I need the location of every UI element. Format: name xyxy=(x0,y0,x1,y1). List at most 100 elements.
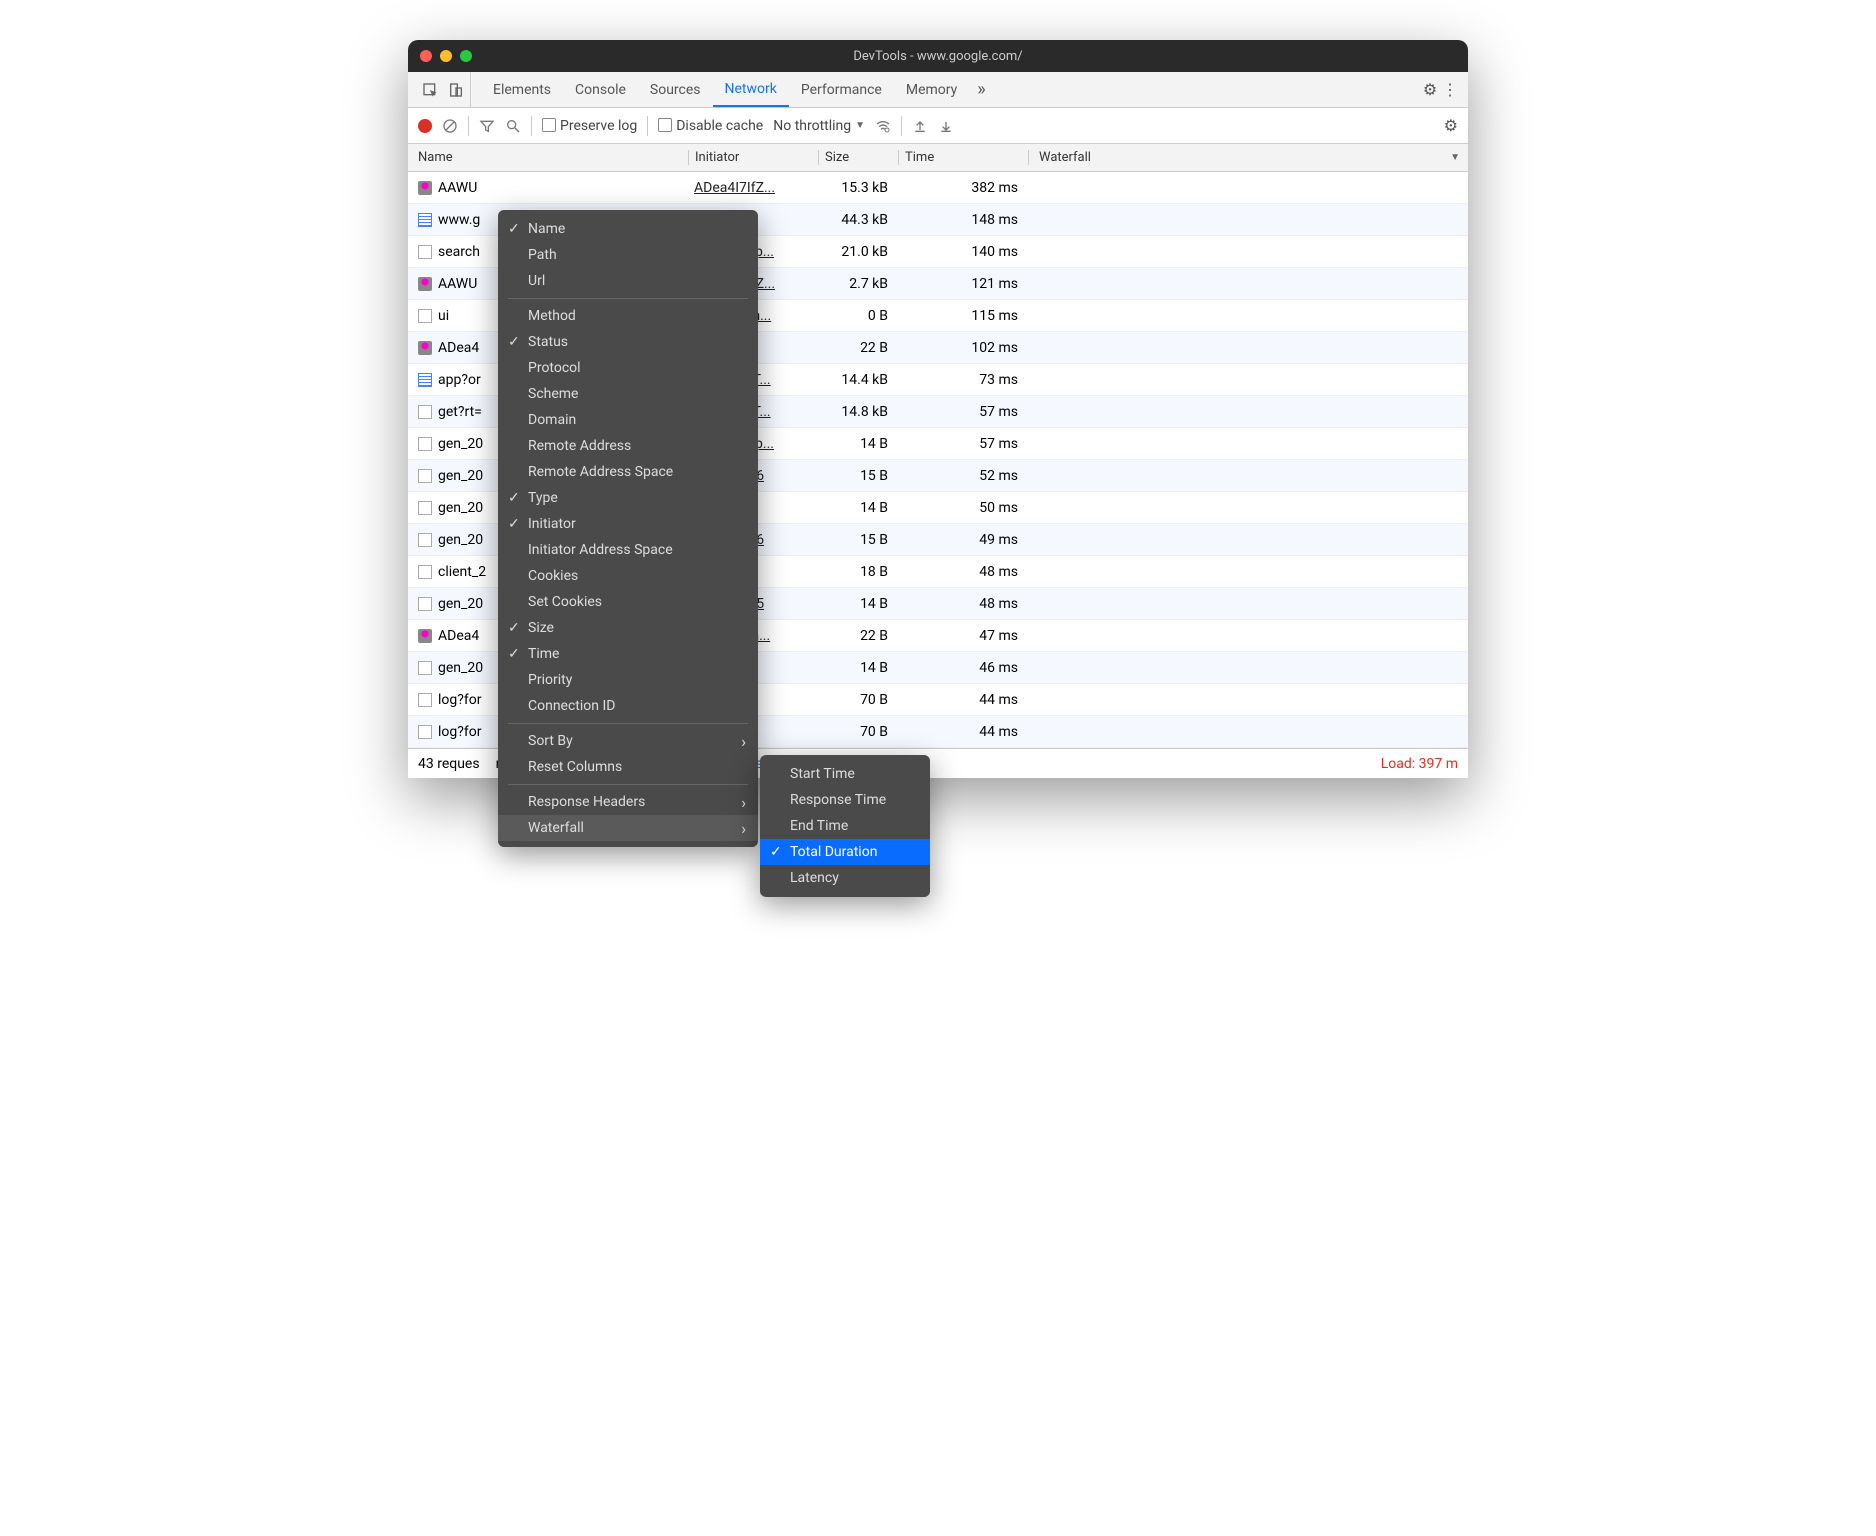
header-waterfall[interactable]: Waterfall▼ xyxy=(1028,150,1468,165)
size-cell: 2.7 kB xyxy=(818,276,898,292)
file-icon xyxy=(418,181,432,195)
menu-item-connection-id[interactable]: Connection ID xyxy=(498,693,758,719)
menu-item-time[interactable]: Time xyxy=(498,641,758,667)
request-name: gen_20 xyxy=(438,436,483,452)
file-icon xyxy=(418,373,432,387)
request-name: ADea4 xyxy=(438,628,479,644)
network-settings-icon[interactable]: ⚙ xyxy=(1444,116,1458,135)
size-cell: 14.8 kB xyxy=(818,404,898,420)
request-name: client_2 xyxy=(438,564,486,580)
file-icon xyxy=(418,277,432,291)
file-icon xyxy=(418,501,432,515)
upload-har-icon[interactable] xyxy=(912,118,928,134)
submenu-item-response-time[interactable]: Response Time xyxy=(760,787,930,813)
time-cell: 52 ms xyxy=(898,468,1028,484)
submenu-item-start-time[interactable]: Start Time xyxy=(760,761,930,787)
file-icon xyxy=(418,565,432,579)
time-cell: 47 ms xyxy=(898,628,1028,644)
menu-item-initiator[interactable]: Initiator xyxy=(498,511,758,537)
file-icon xyxy=(418,725,432,739)
request-name: www.g xyxy=(438,212,480,228)
menu-item-size[interactable]: Size xyxy=(498,615,758,641)
request-name: app?or xyxy=(438,372,481,388)
time-cell: 121 ms xyxy=(898,276,1028,292)
submenu-item-latency[interactable]: Latency xyxy=(760,865,930,891)
time-cell: 57 ms xyxy=(898,436,1028,452)
menu-item-remote-address[interactable]: Remote Address xyxy=(498,433,758,459)
disable-cache-checkbox[interactable]: Disable cache xyxy=(658,118,763,134)
time-cell: 73 ms xyxy=(898,372,1028,388)
settings-icon[interactable]: ⚙ xyxy=(1420,80,1440,99)
size-cell: 22 B xyxy=(818,628,898,644)
tab-memory[interactable]: Memory xyxy=(894,72,969,107)
menu-item-sort-by[interactable]: Sort By xyxy=(498,728,758,754)
throttling-select[interactable]: No throttling▼ xyxy=(773,118,865,134)
network-conditions-icon[interactable] xyxy=(875,118,891,134)
inspect-icon[interactable] xyxy=(422,82,438,98)
size-cell: 14.4 kB xyxy=(818,372,898,388)
submenu-item-end-time[interactable]: End Time xyxy=(760,813,930,839)
header-time[interactable]: Time xyxy=(898,150,1028,165)
menu-item-priority[interactable]: Priority xyxy=(498,667,758,693)
panel-tabs: ElementsConsoleSourcesNetworkPerformance… xyxy=(408,72,1468,108)
tab-console[interactable]: Console xyxy=(563,72,638,107)
menu-item-path[interactable]: Path xyxy=(498,242,758,268)
menu-item-waterfall[interactable]: Waterfall xyxy=(498,815,758,841)
file-icon xyxy=(418,437,432,451)
header-size[interactable]: Size xyxy=(818,150,898,165)
time-cell: 115 ms xyxy=(898,308,1028,324)
search-icon[interactable] xyxy=(505,118,521,134)
menu-item-set-cookies[interactable]: Set Cookies xyxy=(498,589,758,615)
request-name: log?for xyxy=(438,724,481,740)
file-icon xyxy=(418,469,432,483)
menu-item-scheme[interactable]: Scheme xyxy=(498,381,758,407)
menu-item-response-headers[interactable]: Response Headers xyxy=(498,789,758,815)
file-icon xyxy=(418,309,432,323)
time-cell: 382 ms xyxy=(898,180,1028,196)
menu-item-initiator-address-space[interactable]: Initiator Address Space xyxy=(498,537,758,563)
size-cell: 14 B xyxy=(818,660,898,676)
table-row[interactable]: AAWUADea4I7IfZ...15.3 kB382 ms xyxy=(408,172,1468,204)
time-cell: 148 ms xyxy=(898,212,1028,228)
tab-network[interactable]: Network xyxy=(713,72,789,107)
menu-item-cookies[interactable]: Cookies xyxy=(498,563,758,589)
file-icon xyxy=(418,661,432,675)
kebab-icon[interactable]: ⋮ xyxy=(1440,80,1460,99)
menu-item-protocol[interactable]: Protocol xyxy=(498,355,758,381)
tab-sources[interactable]: Sources xyxy=(638,72,713,107)
menu-item-reset-columns[interactable]: Reset Columns xyxy=(498,754,758,780)
header-name[interactable]: Name xyxy=(408,150,688,165)
window-title: DevTools - www.google.com/ xyxy=(408,49,1468,64)
header-context-menu[interactable]: NamePathUrl MethodStatusProtocolSchemeDom… xyxy=(498,210,758,847)
download-har-icon[interactable] xyxy=(938,118,954,134)
request-name: ADea4 xyxy=(438,340,479,356)
time-cell: 44 ms xyxy=(898,692,1028,708)
filter-icon[interactable] xyxy=(479,118,495,134)
request-name: gen_20 xyxy=(438,500,483,516)
menu-item-type[interactable]: Type xyxy=(498,485,758,511)
device-toggle-icon[interactable] xyxy=(448,82,464,98)
record-button[interactable] xyxy=(418,119,432,133)
menu-item-remote-address-space[interactable]: Remote Address Space xyxy=(498,459,758,485)
tab-performance[interactable]: Performance xyxy=(789,72,894,107)
header-initiator[interactable]: Initiator xyxy=(688,150,818,165)
menu-item-url[interactable]: Url xyxy=(498,268,758,294)
menu-item-method[interactable]: Method xyxy=(498,303,758,329)
more-tabs-icon[interactable]: » xyxy=(969,79,993,100)
tab-elements[interactable]: Elements xyxy=(481,72,563,107)
initiator-cell[interactable]: ADea4I7IfZ... xyxy=(688,180,818,196)
request-name: ui xyxy=(438,308,449,324)
file-icon xyxy=(418,533,432,547)
time-cell: 44 ms xyxy=(898,724,1028,740)
menu-item-name[interactable]: Name xyxy=(498,216,758,242)
load-time: Load: 397 m xyxy=(1381,756,1458,772)
devtools-window: DevTools - www.google.com/ ElementsConso… xyxy=(408,40,1468,778)
time-cell: 46 ms xyxy=(898,660,1028,676)
clear-icon[interactable] xyxy=(442,118,458,134)
menu-item-domain[interactable]: Domain xyxy=(498,407,758,433)
waterfall-submenu[interactable]: Start TimeResponse TimeEnd TimeTotal Dur… xyxy=(760,755,930,897)
submenu-item-total-duration[interactable]: Total Duration xyxy=(760,839,930,865)
menu-item-status[interactable]: Status xyxy=(498,329,758,355)
preserve-log-checkbox[interactable]: Preserve log xyxy=(542,118,637,134)
request-name: get?rt= xyxy=(438,404,482,420)
